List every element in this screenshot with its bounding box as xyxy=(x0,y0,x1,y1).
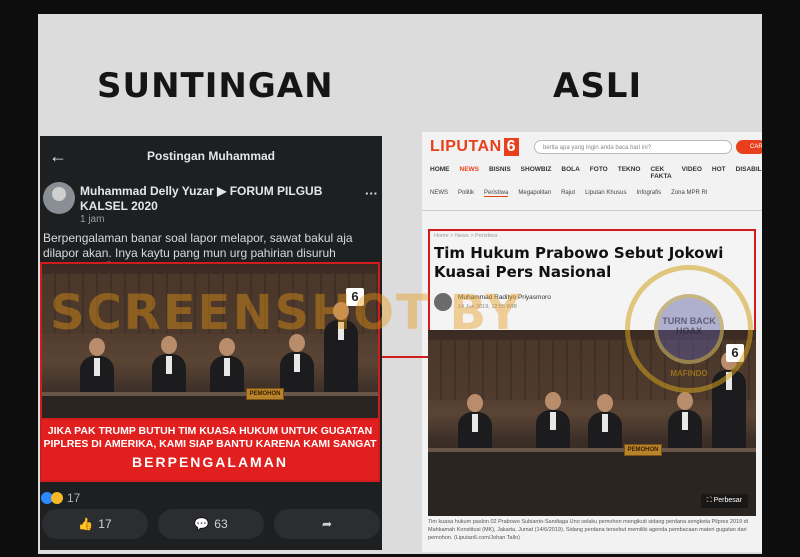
main-nav: HOME NEWS BISNIS SHOWBIZ BOLA FOTO TEKNO… xyxy=(430,166,762,180)
comment-button[interactable]: 💬 63 xyxy=(158,509,264,539)
nav-item[interactable]: HOT xyxy=(712,166,726,180)
nav-item[interactable]: HOME xyxy=(430,166,450,180)
post-header-title: Postingan Muhammad xyxy=(146,149,275,163)
seal-inner: TURN BACK HOAX xyxy=(654,294,724,364)
avatar[interactable] xyxy=(43,182,75,214)
seal-ring-text: MAFINDO xyxy=(670,369,708,378)
nav-item[interactable]: DISABILITAS xyxy=(736,166,762,180)
nav-item[interactable]: BOLA xyxy=(561,166,579,180)
thumbs-up-icon: 👍 xyxy=(78,517,94,531)
subnav-item[interactable]: Zona MPR RI xyxy=(671,190,707,197)
back-arrow-icon[interactable]: ← xyxy=(40,146,76,167)
subnav-item[interactable]: NEWS xyxy=(430,190,448,197)
comment-icon: 💬 xyxy=(194,517,210,531)
post-author-block: Muhammad Delly Yuzar ▶ FORUM PILGUB KALS… xyxy=(40,180,382,228)
seal-turn-text: TURN BACK HOAX xyxy=(662,316,716,336)
nav-item[interactable]: VIDEO xyxy=(682,166,702,180)
image-caption-banner: JIKA PAK TRUMP BUTUH TIM KUASA HUKUM UNT… xyxy=(40,418,380,482)
reaction-count: 17 xyxy=(67,491,81,505)
heading-asli: ASLI xyxy=(553,66,643,106)
breadcrumb[interactable]: Home > News > Peristiwa xyxy=(434,233,497,239)
subnav-item-active[interactable]: Peristiwa xyxy=(484,190,509,197)
logo-six: 6 xyxy=(503,138,520,156)
comment-count: 63 xyxy=(214,517,228,531)
like-count: 17 xyxy=(98,517,112,531)
share-icon: ➦ xyxy=(321,517,333,531)
subnav-item[interactable]: Liputan Khusus xyxy=(585,190,626,197)
nav-item-active[interactable]: NEWS xyxy=(460,166,480,180)
sub-nav: NEWS Politik Peristiwa Megapolitan Rajut… xyxy=(430,190,707,197)
image-caption-line2: BERPENGALAMAN xyxy=(132,454,288,470)
share-button[interactable]: ➦ xyxy=(274,509,380,539)
screenshot-watermark: SCREENSHOT BY xyxy=(50,285,523,341)
nav-item[interactable]: SHOWBIZ xyxy=(521,166,552,180)
photo-caption: Tim kuasa hukum paslon 02 Prabowo Subian… xyxy=(428,519,748,541)
post-time: 1 jam xyxy=(80,214,105,225)
more-options-icon[interactable]: ··· xyxy=(365,186,378,201)
liputan6-logo[interactable]: LIPUTAN 6 xyxy=(430,138,520,156)
search-button[interactable]: CARI xyxy=(736,140,762,154)
divider xyxy=(422,210,762,211)
subnav-item[interactable]: Megapolitan xyxy=(518,190,551,197)
enlarge-button[interactable]: ⛶ Perbesar xyxy=(700,494,748,508)
connector-line xyxy=(382,356,428,358)
subnav-item[interactable]: Infografis xyxy=(636,190,661,197)
post-header-bar: ← Postingan Muhammad xyxy=(40,136,382,176)
nav-item[interactable]: CEK FAKTA xyxy=(650,166,671,180)
reaction-summary[interactable]: 17 xyxy=(41,491,80,505)
nav-item[interactable]: TEKNO xyxy=(618,166,641,180)
subnav-item[interactable]: Politik xyxy=(458,190,474,197)
logo-text: LIPUTAN xyxy=(430,138,502,155)
like-button[interactable]: 👍 17 xyxy=(42,509,148,539)
post-author[interactable]: Muhammad Delly Yuzar ▶ FORUM PILGUB KALS… xyxy=(80,184,360,214)
heading-suntingan: SUNTINGAN xyxy=(97,66,334,106)
pemohon-plaque: PEMOHON xyxy=(246,388,284,400)
subnav-item[interactable]: Rajut xyxy=(561,190,575,197)
image-caption-line1: JIKA PAK TRUMP BUTUH TIM KUASA HUKUM UNT… xyxy=(43,425,377,450)
turnbackhoax-seal: TURN BACK HOAX MAFINDO xyxy=(625,265,753,393)
nav-item[interactable]: BISNIS xyxy=(489,166,511,180)
nav-item[interactable]: FOTO xyxy=(590,166,608,180)
post-actions: 👍 17 💬 63 ➦ xyxy=(40,509,382,543)
pemohon-plaque: PEMOHON xyxy=(624,444,662,456)
search-input[interactable]: berita apa yang ingin anda baca hari ini… xyxy=(534,140,732,154)
haha-reaction-icon xyxy=(51,492,63,504)
